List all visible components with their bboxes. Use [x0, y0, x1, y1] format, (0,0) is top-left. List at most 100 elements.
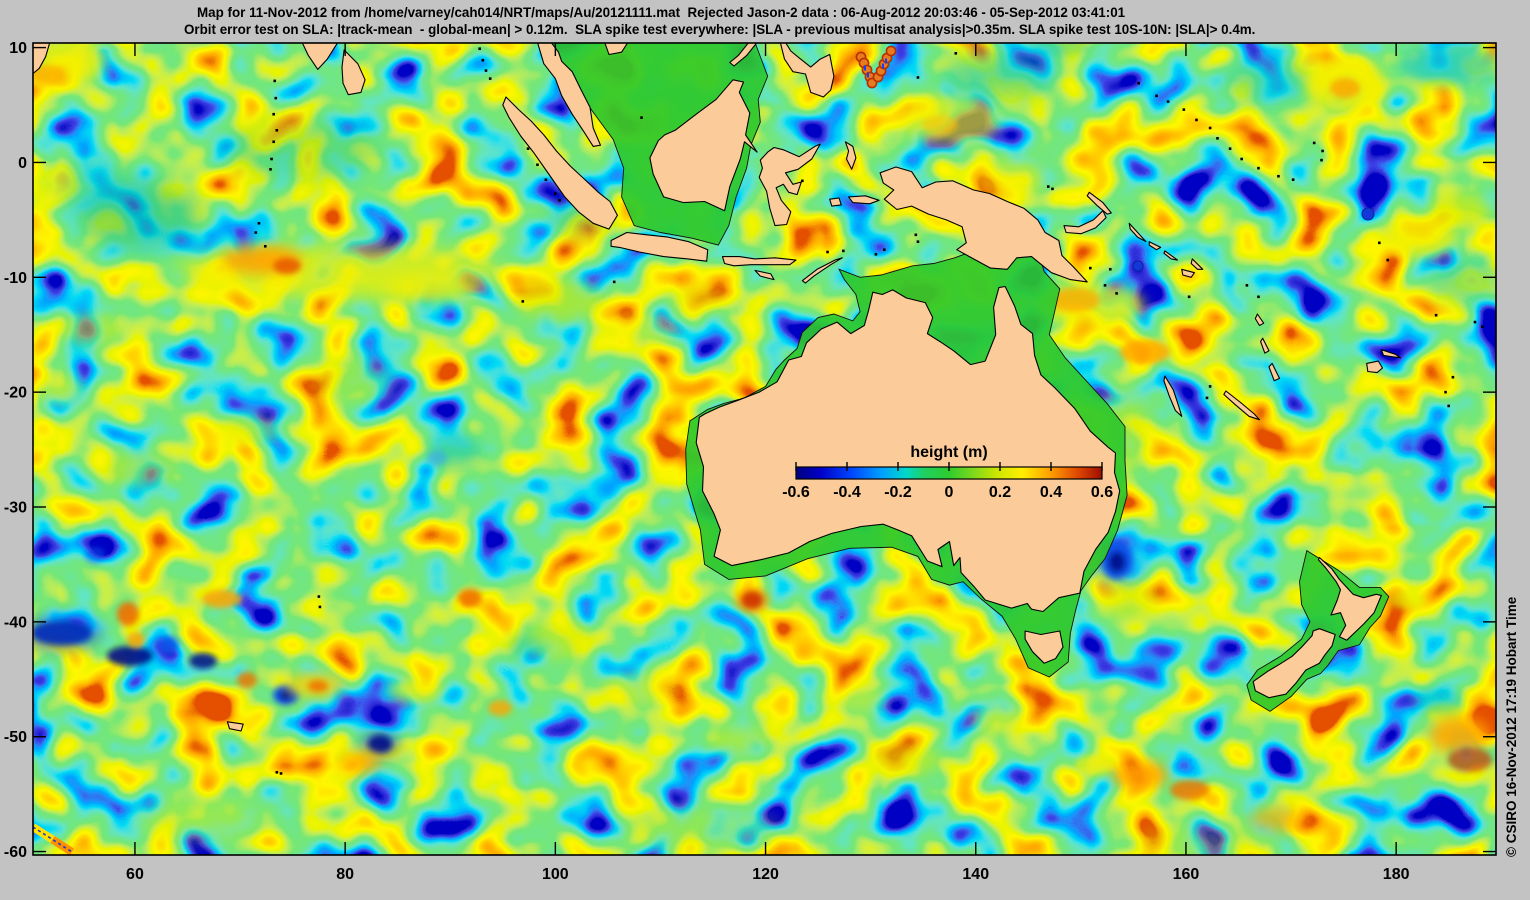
- sla-anomaly-blob: [1390, 590, 1426, 610]
- island-speck: [317, 595, 321, 598]
- island-speck: [274, 96, 278, 100]
- sla-anomaly-blob: [310, 362, 390, 398]
- sla-anomaly-blob: [50, 160, 130, 210]
- sla-anomaly-blob: [600, 674, 680, 706]
- rejected-track-tick: [864, 65, 866, 71]
- island-speck: [478, 47, 481, 51]
- island-speck: [544, 178, 548, 181]
- colorbar-tick-label: 0.6: [1091, 484, 1113, 501]
- island-speck: [521, 300, 525, 303]
- sla-anomaly-blob: [710, 726, 770, 754]
- island-speck: [1108, 267, 1112, 271]
- island-speck: [1115, 292, 1118, 295]
- island-speck: [883, 248, 886, 252]
- island-speck: [1195, 118, 1198, 122]
- island-speck: [488, 77, 492, 80]
- sla-anomaly-blob: [1412, 688, 1462, 712]
- island-speck: [1182, 108, 1186, 111]
- island-speck: [1208, 126, 1212, 130]
- sla-anomaly-blob: [273, 258, 301, 274]
- sla-anomaly-blob: [1250, 808, 1310, 832]
- island-speck: [1451, 375, 1455, 379]
- sla-anomaly-blob: [870, 744, 940, 776]
- y-axis-label: 10: [9, 40, 27, 57]
- island-speck: [1320, 158, 1323, 162]
- sla-anomaly-blob: [1448, 748, 1492, 772]
- sla-anomaly-blob: [117, 602, 139, 626]
- x-axis-label: 100: [542, 866, 569, 883]
- island-speck: [275, 771, 279, 774]
- sla-anomaly-blob: [1430, 717, 1490, 753]
- sla-anomaly-blob: [515, 280, 605, 320]
- sla-anomaly-blob: [35, 376, 85, 404]
- island-speck: [1312, 141, 1316, 145]
- island-speck: [1103, 284, 1107, 287]
- island-speck: [842, 249, 845, 253]
- island-speck: [1245, 284, 1249, 287]
- sla-map-figure: 60 80 100 120 140 160 180100-10-20-30-40-50-60…: [4, 40, 1519, 883]
- island-speck: [612, 280, 616, 284]
- x-axis-label: 120: [752, 866, 779, 883]
- copyright-vertical-text: © CSIRO 16-Nov-2012 17:19 Hobart Time: [1504, 596, 1519, 857]
- island-speck: [1321, 149, 1324, 153]
- blue-data-marker: [1132, 260, 1144, 272]
- y-axis-label: -50: [4, 729, 27, 746]
- sla-anomaly-blob: [1225, 58, 1315, 102]
- sla-anomaly-blob: [1100, 582, 1160, 618]
- sla-anomaly-blob: [189, 653, 217, 669]
- island-speck: [263, 244, 267, 248]
- island-speck: [1378, 241, 1381, 245]
- sla-anomaly-blob: [1075, 755, 1115, 775]
- sla-anomaly-blob: [922, 115, 958, 135]
- island-speck: [1137, 81, 1140, 85]
- island-speck: [1089, 266, 1092, 270]
- island-speck: [318, 605, 322, 609]
- island-speck: [1444, 390, 1447, 394]
- island-speck: [1291, 178, 1295, 181]
- sla-anomaly-blob: [1170, 780, 1210, 800]
- y-axis-label: -20: [4, 385, 27, 402]
- land-buru: [829, 197, 842, 207]
- sla-anomaly-blob: [600, 312, 680, 348]
- colorbar-tick-label: -0.2: [884, 484, 912, 501]
- sla-anomaly-blob: [427, 450, 447, 466]
- sla-anomaly-blob: [1430, 260, 1496, 300]
- island-speck: [257, 222, 261, 225]
- x-axis-label: 60: [126, 866, 144, 883]
- colorbar-tick-label: 0.4: [1040, 484, 1062, 501]
- island-speck: [1046, 185, 1050, 188]
- colorbar-tick-label: 0: [945, 484, 954, 501]
- x-axis-label: 160: [1173, 866, 1200, 883]
- sla-anomaly-blob: [158, 636, 178, 654]
- sla-anomaly-blob: [202, 590, 242, 608]
- island-speck: [1473, 320, 1477, 324]
- sla-anomaly-blob: [620, 810, 780, 850]
- island-speck: [275, 128, 279, 132]
- island-speck: [826, 250, 829, 254]
- sla-anomaly-blob: [220, 120, 380, 180]
- sla-anomaly-blob: [834, 688, 886, 712]
- y-axis-label: 0: [18, 155, 27, 172]
- island-speck: [914, 233, 918, 237]
- figure: Map for 11-Nov-2012 from /home/varney/ca…: [0, 0, 1530, 900]
- sla-anomaly-blob: [220, 416, 280, 444]
- colorbar-tick-label: 0.2: [989, 484, 1011, 501]
- island-speck: [272, 112, 275, 116]
- sla-anomaly-blob: [105, 454, 175, 486]
- island-speck: [1216, 137, 1219, 140]
- sla-anomaly-blob: [60, 314, 120, 346]
- island-speck: [1228, 147, 1232, 150]
- island-speck: [270, 157, 273, 161]
- island-speck: [1240, 157, 1243, 161]
- sla-anomaly-blob: [1112, 761, 1168, 789]
- sla-anomaly-blob: [127, 632, 145, 648]
- sla-anomaly-blob: [237, 672, 257, 688]
- island-speck: [1447, 404, 1451, 408]
- island-speck: [526, 147, 530, 150]
- sla-anomaly-blob: [338, 753, 382, 773]
- island-speck: [1257, 295, 1260, 299]
- sla-anomaly-blob: [1030, 43, 1090, 57]
- island-speck: [1481, 325, 1484, 328]
- blue-data-marker: [1361, 207, 1375, 221]
- island-speck: [1166, 100, 1170, 103]
